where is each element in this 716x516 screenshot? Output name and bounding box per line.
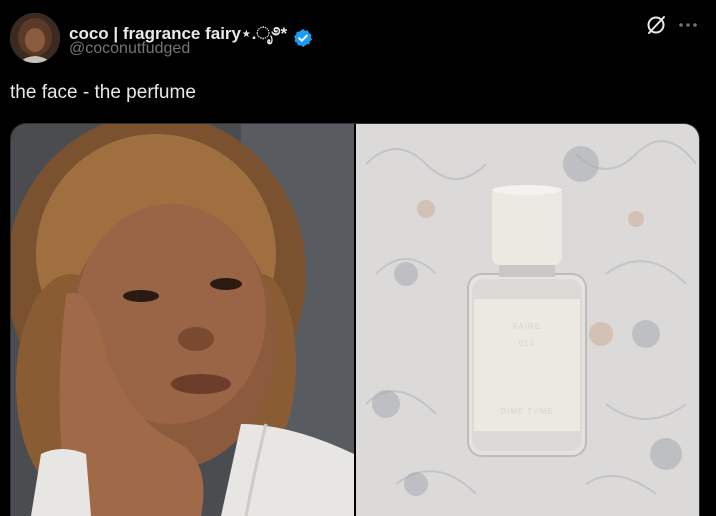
more-icon[interactable] — [678, 18, 698, 32]
bottle-label-name: FAIRE — [513, 322, 541, 331]
author-handle[interactable]: @coconutfudged — [69, 40, 190, 58]
grok-icon[interactable] — [645, 14, 667, 36]
tweet-text: the face - the perfume — [10, 82, 196, 103]
bottle-label-brand: DIME TYME — [500, 407, 553, 416]
avatar-image — [10, 13, 60, 63]
verified-badge-icon — [294, 28, 313, 48]
avatar[interactable] — [10, 13, 60, 63]
tweet-media[interactable]: FAIRE 014 DIME TYME — [10, 123, 700, 516]
selfie-image — [11, 124, 354, 516]
perfume-bottle-photo[interactable]: FAIRE 014 DIME TYME — [356, 124, 699, 516]
perfume-image: FAIRE 014 DIME TYME — [356, 124, 699, 516]
bottle-label-number: 014 — [519, 339, 535, 348]
tweet[interactable]: coco | fragrance fairy⋆.ೃ࿔* @coconutfudg… — [0, 0, 716, 516]
selfie-photo[interactable] — [11, 124, 354, 516]
